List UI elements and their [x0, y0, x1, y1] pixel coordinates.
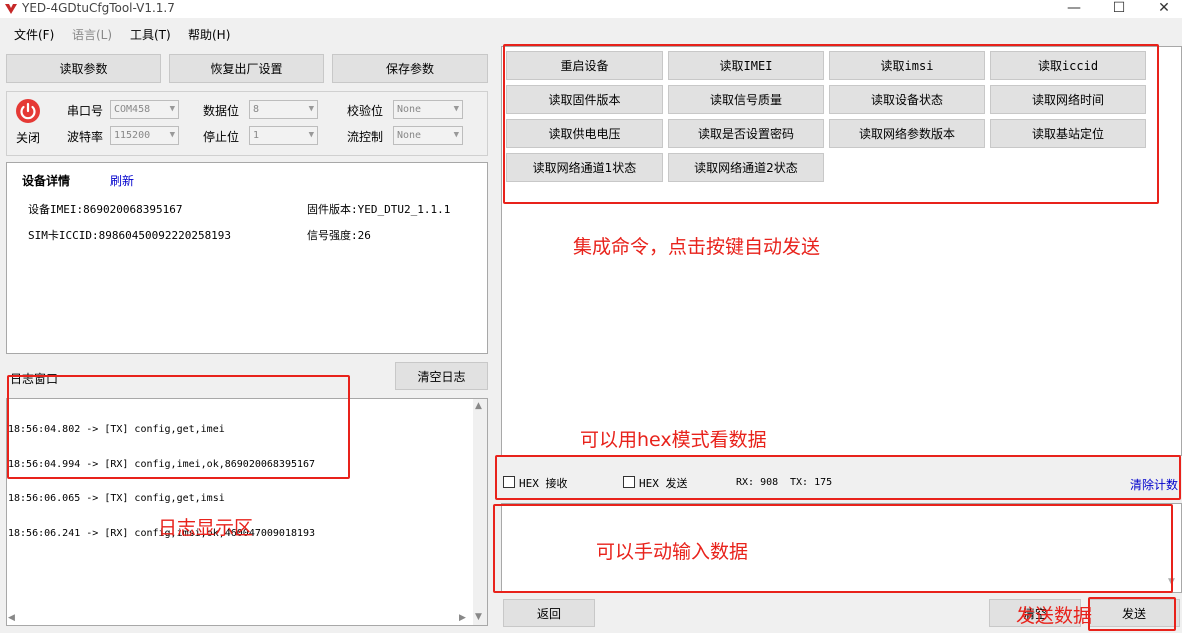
- stopbits-label: 停止位: [203, 130, 240, 144]
- title-bar: [0, 0, 1182, 18]
- databits-select[interactable]: 8 ▼: [249, 100, 318, 119]
- device-iccid: SIM卡ICCID:89860450092220258193: [28, 229, 232, 242]
- parity-value: None: [397, 104, 422, 115]
- menu-tools[interactable]: 工具(T): [130, 26, 171, 43]
- parity-select[interactable]: None ▼: [393, 100, 463, 119]
- send-highlight-box: [1088, 597, 1176, 631]
- commands-highlight-box: [503, 44, 1159, 204]
- annotation-commands: 集成命令，点击按键自动发送: [573, 236, 821, 258]
- close-window-button[interactable]: ✕: [1142, 0, 1182, 17]
- power-icon[interactable]: [15, 98, 41, 124]
- read-params-button[interactable]: 读取参数: [6, 54, 161, 83]
- app-logo-icon: [4, 2, 18, 16]
- window-title: YED-4GDtuCfgTool-V1.1.7: [22, 1, 175, 15]
- flow-label: 流控制: [347, 130, 384, 144]
- device-details-panel: [6, 162, 488, 354]
- menu-file[interactable]: 文件(F): [14, 26, 54, 43]
- device-imei: 设备IMEI:869020068395167: [28, 203, 183, 216]
- save-params-button[interactable]: 保存参数: [332, 54, 488, 83]
- factory-reset-button[interactable]: 恢复出厂设置: [169, 54, 324, 83]
- menu-help[interactable]: 帮助(H): [188, 26, 230, 43]
- menu-language[interactable]: 语言(L): [72, 26, 112, 43]
- firmware-version: 固件版本:YED_DTU2_1.1.1: [307, 203, 451, 216]
- log-scrollbar[interactable]: [473, 399, 487, 625]
- parity-label: 校验位: [347, 104, 384, 118]
- annotation-send: 发送数据: [1016, 605, 1093, 627]
- signal-strength: 信号强度:26: [307, 229, 371, 242]
- scroll-down-icon[interactable]: ▼: [475, 612, 482, 622]
- menu-bar: [0, 20, 1182, 44]
- databits-label: 数据位: [203, 104, 240, 118]
- port-value: COM458: [114, 104, 151, 115]
- scroll-up-icon[interactable]: ▲: [475, 401, 482, 411]
- minimize-button[interactable]: —: [1052, 0, 1096, 17]
- hex-highlight-box: [495, 455, 1181, 500]
- chevron-down-icon: ▼: [453, 104, 459, 114]
- databits-value: 8: [253, 104, 260, 115]
- maximize-button[interactable]: ☐: [1097, 0, 1141, 17]
- stopbits-select[interactable]: 1 ▼: [249, 126, 318, 145]
- manual-input-highlight-box: [493, 504, 1173, 593]
- baud-select[interactable]: 115200 ▼: [110, 126, 179, 145]
- annotation-hex: 可以用hex模式看数据: [580, 429, 767, 451]
- clear-log-button[interactable]: 清空日志: [395, 362, 488, 390]
- refresh-link[interactable]: 刷新: [110, 172, 134, 189]
- chevron-down-icon: ▼: [453, 130, 459, 140]
- scroll-right-icon[interactable]: ▶: [459, 613, 466, 623]
- back-button[interactable]: 返回: [503, 599, 595, 627]
- chevron-down-icon: ▼: [169, 104, 175, 114]
- port-select[interactable]: COM458 ▼: [110, 100, 179, 119]
- baud-value: 115200: [114, 130, 151, 141]
- log-highlight-box: [7, 375, 350, 479]
- close-port-label[interactable]: 关闭: [16, 129, 40, 146]
- scroll-left-icon[interactable]: ◀: [8, 613, 15, 623]
- chevron-down-icon: ▼: [169, 130, 175, 140]
- chevron-down-icon: ▼: [308, 130, 314, 140]
- baud-label: 波特率: [67, 130, 104, 144]
- port-label: 串口号: [67, 104, 104, 118]
- flow-value: None: [397, 130, 422, 141]
- device-details-title: 设备详情: [22, 174, 71, 188]
- stopbits-value: 1: [253, 130, 260, 141]
- annotation-manual: 可以手动输入数据: [596, 541, 749, 563]
- log-line: 18:56:06.065 -> [TX] config,get,imsi: [8, 493, 225, 504]
- chevron-down-icon: ▼: [308, 104, 314, 114]
- annotation-log: 日志显示区: [158, 517, 254, 539]
- flow-select[interactable]: None ▼: [393, 126, 463, 145]
